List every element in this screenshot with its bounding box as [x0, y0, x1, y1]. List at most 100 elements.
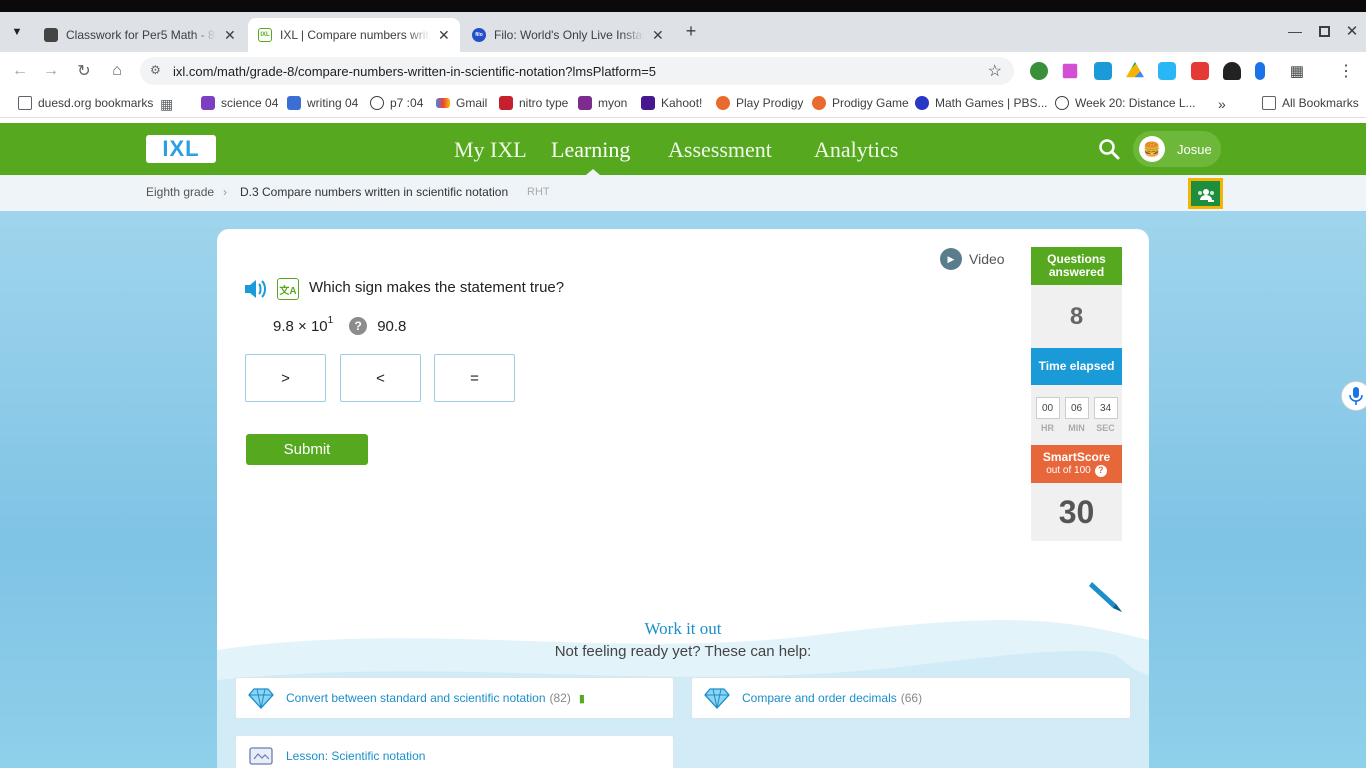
breadcrumb-chevron-icon: › — [223, 185, 227, 199]
ixl-logo[interactable]: IXL — [146, 135, 216, 163]
minimize-icon[interactable]: — — [1284, 20, 1306, 42]
choice-greater-than[interactable]: > — [245, 354, 326, 402]
avatar-burger-icon: 🍔 — [1139, 136, 1165, 162]
close-tab-icon[interactable]: ✕ — [438, 27, 450, 44]
speaker-icon[interactable] — [243, 277, 269, 301]
bookmark-label: duesd.org bookmarks — [38, 96, 154, 110]
help-link-compare-decimals[interactable]: Compare and order decimals (66) — [691, 677, 1131, 719]
extensions-puzzle-icon[interactable]: ▦ — [1286, 60, 1308, 82]
smartscore-value: 30 — [1031, 483, 1122, 541]
nav-analytics[interactable]: Analytics — [814, 137, 898, 163]
extension-icon[interactable] — [1094, 62, 1112, 80]
home-icon[interactable]: ⌂ — [106, 60, 128, 82]
breadcrumb-grade[interactable]: Eighth grade — [146, 185, 214, 199]
time-elapsed-label: Time elapsed — [1031, 348, 1122, 385]
bookmark-nitro[interactable]: nitro type — [499, 96, 568, 110]
translate-icon[interactable]: 文A — [277, 278, 299, 300]
bookmark-writing[interactable]: writing 04 — [287, 96, 358, 110]
diamond-icon — [248, 688, 274, 709]
comparison-expression: 9.8 × 10 1 ? 90.8 — [273, 315, 406, 335]
tab-title: Filo: World's Only Live Instant Tutoring — [494, 28, 644, 42]
bookmark-gmail[interactable]: Gmail — [436, 96, 487, 110]
nav-assessment[interactable]: Assessment — [668, 137, 772, 163]
extension-icon[interactable] — [1062, 63, 1078, 79]
help-link-label: Convert between standard and scientific … — [286, 691, 546, 705]
timer-hours: 00 — [1035, 397, 1060, 419]
close-tab-icon[interactable]: ✕ — [224, 27, 236, 44]
bookmark-star-icon[interactable]: ☆ — [988, 61, 1002, 81]
bookmark-label: All Bookmarks — [1282, 96, 1359, 110]
filo-favicon-icon: filo — [472, 28, 486, 42]
smartscore-panel: SmartScore out of 100? 30 — [1031, 445, 1122, 541]
search-icon[interactable] — [1098, 138, 1120, 160]
pencil-icon[interactable] — [1086, 578, 1124, 614]
extension-icon[interactable] — [1223, 62, 1241, 80]
timer-hours-label: HR — [1041, 423, 1054, 433]
new-tab-plus-icon[interactable]: + — [680, 20, 702, 42]
close-window-icon[interactable]: ✕ — [1341, 20, 1363, 42]
choice-equal[interactable]: = — [434, 354, 515, 402]
bookmark-p7[interactable]: p7 :04 — [370, 96, 423, 110]
submit-button[interactable]: Submit — [246, 434, 368, 465]
bookmark-folder[interactable]: duesd.org bookmarks — [18, 96, 153, 110]
tab-filo[interactable]: filo Filo: World's Only Live Instant Tut… — [462, 18, 676, 52]
diamond-icon — [704, 688, 730, 709]
tab-strip: ▼ Classwork for Per5 Math - 8th G ✕ IXL … — [0, 12, 1366, 52]
extension-icon[interactable] — [1158, 62, 1176, 80]
help-question-icon[interactable]: ? — [1094, 464, 1107, 477]
work-it-out-title: Work it out — [644, 619, 722, 638]
nav-learning[interactable]: Learning — [551, 137, 630, 163]
drive-icon[interactable] — [1126, 62, 1144, 78]
bookmark-prodigy-game[interactable]: Prodigy Game — [812, 96, 909, 110]
extension-icon[interactable] — [1030, 62, 1048, 80]
classroom-icon — [287, 96, 301, 110]
more-menu-icon[interactable]: ⋮ — [1335, 60, 1357, 82]
url-text: ixl.com/math/grade-8/compare-numbers-wri… — [173, 63, 656, 79]
extension-icon[interactable] — [1255, 62, 1265, 80]
timer-minutes: 06 — [1064, 397, 1089, 419]
bookmark-science[interactable]: science 04 — [201, 96, 278, 110]
bookmark-play-prodigy[interactable]: Play Prodigy — [716, 96, 803, 110]
google-classroom-icon[interactable] — [1188, 178, 1223, 209]
tab-search-chevron-icon[interactable]: ▼ — [6, 21, 28, 43]
apps-grid-icon[interactable]: ▦ — [160, 96, 173, 113]
back-arrow-icon[interactable]: ← — [9, 60, 31, 82]
close-tab-icon[interactable]: ✕ — [652, 27, 664, 44]
play-icon: ▶ — [940, 248, 962, 270]
bookmark-week20[interactable]: Week 20: Distance L... — [1055, 96, 1196, 110]
bookmark-label: writing 04 — [307, 96, 359, 110]
help-link-count: (82) — [549, 691, 571, 705]
tab-classwork[interactable]: Classwork for Per5 Math - 8th G ✕ — [34, 18, 246, 52]
more-bookmarks-chevron-icon[interactable]: » — [1218, 96, 1226, 112]
folder-icon — [18, 96, 32, 110]
address-bar[interactable]: ⚙ ixl.com/math/grade-8/compare-numbers-w… — [140, 57, 1014, 85]
timer-seconds-label: SEC — [1096, 423, 1115, 433]
bookmark-kahoot[interactable]: Kahoot! — [641, 96, 702, 110]
video-button[interactable]: ▶ Video — [940, 248, 1005, 270]
all-bookmarks-folder[interactable]: All Bookmarks — [1262, 96, 1359, 110]
maximize-icon[interactable] — [1313, 20, 1335, 42]
bookmark-pbs[interactable]: Math Games | PBS... — [915, 96, 1048, 110]
extension-icon[interactable] — [1191, 62, 1209, 80]
logo-text: IXL — [162, 136, 200, 161]
nav-my-ixl[interactable]: My IXL — [454, 137, 527, 163]
tab-ixl[interactable]: IXL IXL | Compare numbers written in sci… — [248, 18, 460, 52]
kahoot-icon — [641, 96, 655, 110]
left-value: 9.8 × 10 — [273, 317, 328, 335]
choice-less-than[interactable]: < — [340, 354, 421, 402]
site-info-icon[interactable]: ⚙ — [150, 63, 161, 77]
bookmark-label: myon — [598, 96, 628, 110]
bookmarks-bar: duesd.org bookmarks ▦ science 04 writing… — [0, 90, 1366, 118]
bookmark-label: science 04 — [221, 96, 279, 110]
user-menu[interactable]: 🍔 Josue — [1133, 131, 1221, 167]
help-link-lesson[interactable]: Lesson: Scientific notation — [235, 735, 674, 768]
question-prompt: Which sign makes the statement true? — [309, 279, 565, 296]
forward-arrow-icon[interactable]: → — [40, 60, 62, 82]
gmail-icon — [436, 98, 450, 108]
help-link-convert[interactable]: Convert between standard and scientific … — [235, 677, 674, 719]
reload-icon[interactable]: ↻ — [73, 60, 95, 82]
prodigy-icon — [716, 96, 730, 110]
tab-title: IXL | Compare numbers written in scienti… — [280, 28, 430, 42]
bookmark-myon[interactable]: myon — [578, 96, 627, 110]
microphone-icon[interactable] — [1341, 381, 1366, 411]
